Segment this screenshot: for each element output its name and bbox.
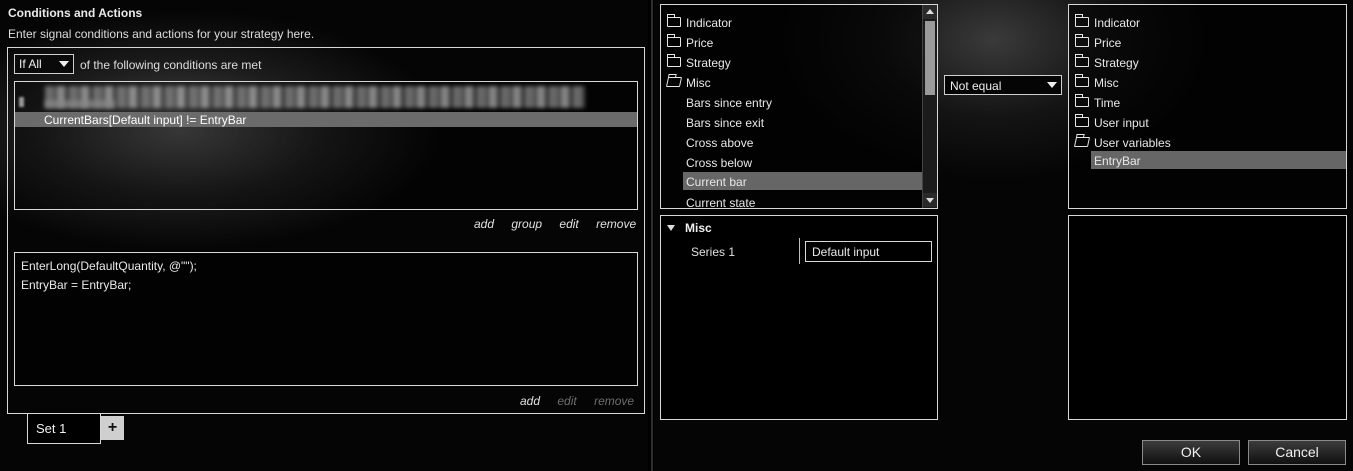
tree-item-current-state[interactable]: Current state	[683, 193, 923, 208]
folder-icon	[1075, 14, 1089, 27]
chevron-down-icon	[1047, 82, 1057, 88]
condition-links: add group edit remove	[460, 217, 636, 231]
tree-folder-misc[interactable]: Misc	[661, 73, 923, 91]
comparison-operator-value: Not equal	[950, 79, 1002, 93]
folder-open-icon	[665, 77, 683, 87]
condition-group-link[interactable]: group	[511, 217, 542, 231]
redacted-condition	[45, 86, 585, 108]
left-tree-scrollbar[interactable]	[922, 5, 937, 208]
arrow-down-icon	[926, 198, 934, 203]
tree-folder-strategy[interactable]: Strategy	[1069, 53, 1346, 71]
comparison-operator-select[interactable]: Not equal	[944, 75, 1062, 95]
action-remove-link[interactable]: remove	[594, 394, 634, 408]
tree-folder-strategy[interactable]: Strategy	[661, 53, 923, 71]
pane-divider[interactable]	[651, 0, 653, 471]
condition-remove-link[interactable]: remove	[596, 217, 636, 231]
condition-match-select[interactable]: If All	[14, 54, 74, 74]
scroll-thumb[interactable]	[925, 21, 935, 95]
ok-button[interactable]: OK	[1142, 440, 1240, 465]
folder-open-icon	[1073, 137, 1091, 147]
condition-match-text: of the following conditions are met	[80, 58, 262, 72]
folder-icon	[1075, 54, 1089, 67]
folder-icon	[1075, 74, 1089, 87]
arrow-up-icon	[926, 9, 934, 14]
action-links: add edit remove	[506, 394, 634, 408]
tree-item-bars-since-entry[interactable]: Bars since entry	[683, 93, 923, 111]
action-edit-link[interactable]: edit	[557, 394, 576, 408]
tree-folder-user-variables[interactable]: User variables	[1069, 133, 1346, 151]
scroll-up-button[interactable]	[923, 5, 937, 19]
tree-folder-indicator[interactable]: Indicator	[661, 13, 923, 31]
tree-folder-time[interactable]: Time	[1069, 93, 1346, 111]
cancel-button[interactable]: Cancel	[1248, 440, 1346, 465]
section-title: Conditions and Actions	[8, 6, 143, 20]
folder-icon	[667, 34, 681, 47]
folder-icon	[1075, 34, 1089, 47]
property-value-field[interactable]: Default input	[805, 241, 932, 262]
tree-folder-misc[interactable]: Misc	[1069, 73, 1346, 91]
tree-folder-price[interactable]: Price	[661, 33, 923, 51]
conditions-list[interactable]: CurrentBars[Default input] != EntryBar	[14, 81, 638, 210]
property-key: Series 1	[691, 245, 736, 259]
scroll-down-button[interactable]	[923, 193, 937, 207]
folder-icon	[667, 54, 681, 67]
tab-set-1[interactable]: Set 1	[27, 414, 101, 444]
tree-item-cross-below[interactable]: Cross below	[683, 153, 923, 171]
section-subtitle: Enter signal conditions and actions for …	[8, 27, 315, 41]
redacted-condition-tail	[45, 100, 115, 108]
property-separator	[799, 238, 800, 264]
tab-set-label: Set 1	[36, 421, 67, 436]
tree-folder-indicator[interactable]: Indicator	[1069, 13, 1346, 31]
condition-edit-link[interactable]: edit	[559, 217, 578, 231]
chevron-down-icon	[59, 61, 69, 67]
action-line[interactable]: EnterLong(DefaultQuantity, @"");	[21, 257, 631, 276]
folder-icon	[667, 14, 681, 27]
tree-folder-user-input[interactable]: User input	[1069, 113, 1346, 131]
condition-row[interactable]: CurrentBars[Default input] != EntryBar	[15, 112, 637, 127]
tree-item-cross-above[interactable]: Cross above	[683, 133, 923, 151]
folder-icon	[1075, 94, 1089, 107]
left-value-tree[interactable]: Indicator Price Strategy Misc Bars since…	[660, 4, 938, 209]
collapse-arrow-icon	[667, 225, 675, 231]
condition-add-link[interactable]: add	[474, 217, 494, 231]
right-value-tree[interactable]: Indicator Price Strategy Misc Time User …	[1068, 4, 1347, 209]
actions-list[interactable]: EnterLong(DefaultQuantity, @""); EntryBa…	[14, 252, 638, 386]
right-properties-grid	[1068, 215, 1347, 420]
condition-match-value: If All	[19, 57, 42, 71]
folder-icon	[1075, 114, 1089, 127]
add-set-button[interactable]: +	[101, 416, 124, 440]
condition-text: CurrentBars[Default input] != EntryBar	[44, 113, 247, 127]
tree-folder-price[interactable]: Price	[1069, 33, 1346, 51]
tree-item-entrybar[interactable]: EntryBar	[1091, 151, 1346, 169]
action-line[interactable]: EntryBar = EntryBar;	[21, 276, 631, 295]
action-add-link[interactable]: add	[520, 394, 540, 408]
properties-grid: Misc Series 1 Default input	[660, 215, 938, 420]
tree-item-bars-since-exit[interactable]: Bars since exit	[683, 113, 923, 131]
tree-item-current-bar[interactable]: Current bar	[683, 172, 923, 190]
redacted-icon	[19, 97, 24, 107]
